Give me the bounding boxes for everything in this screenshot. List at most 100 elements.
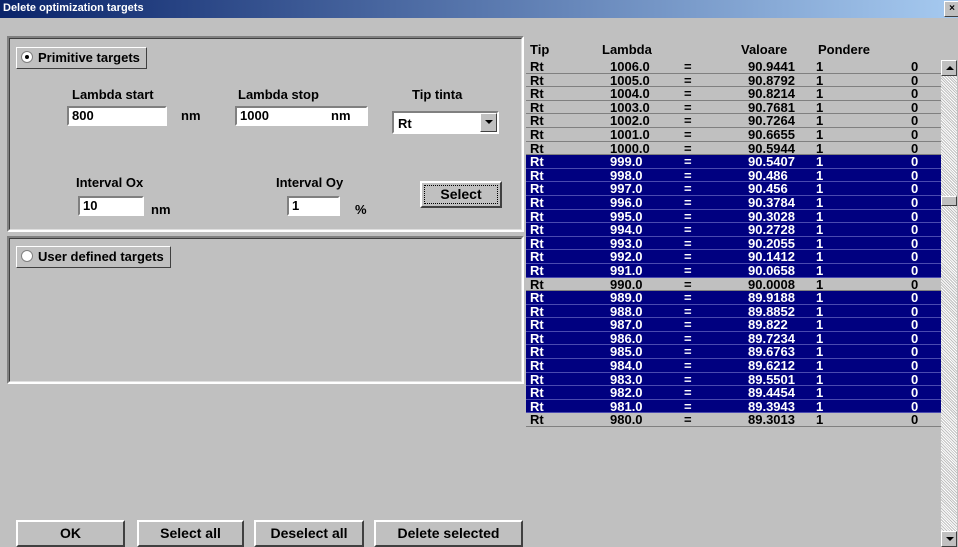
cell-valoare: 90.2728 [748, 222, 795, 238]
dropdown-button[interactable] [480, 113, 497, 132]
table-row[interactable]: Rt 986.0 = 89.7234 1 0 [526, 330, 941, 346]
cell-operator: = [684, 330, 692, 346]
table-row[interactable]: Rt 981.0 = 89.3943 1 0 [526, 398, 941, 414]
interval-oy-input[interactable]: 1 [287, 196, 340, 216]
table-row[interactable]: Rt 1005.0 = 90.8792 1 0 [526, 72, 941, 88]
lambda-start-input[interactable]: 800 [67, 106, 167, 126]
table-row[interactable]: Rt 998.0 = 90.486 1 0 [526, 168, 941, 183]
cell-operator: = [684, 86, 692, 102]
cell-valoare: 89.5501 [748, 371, 795, 387]
cell-operator: = [684, 181, 692, 197]
cell-flag: 0 [911, 290, 919, 306]
cell-pondere: 1 [816, 398, 824, 414]
table-row[interactable]: Rt 980.0 = 89.3013 1 0 [526, 412, 941, 428]
cell-tip: Rt [530, 344, 544, 360]
cell-lambda: 982.0 [610, 385, 643, 401]
ok-button[interactable]: OK [16, 520, 125, 547]
cell-valoare: 89.822 [748, 317, 788, 333]
close-button[interactable]: × [944, 1, 958, 17]
cell-pondere: 1 [816, 208, 824, 224]
cell-flag: 0 [911, 412, 919, 428]
cell-pondere: 1 [816, 412, 824, 428]
table-row[interactable]: Rt 994.0 = 90.2728 1 0 [526, 223, 941, 237]
cell-flag: 0 [911, 398, 919, 414]
cell-flag: 0 [911, 317, 919, 333]
cell-tip: Rt [530, 235, 544, 251]
scroll-up-button[interactable] [941, 60, 957, 76]
user-defined-targets-radio[interactable]: User defined targets [16, 246, 171, 268]
select-button[interactable]: Select [420, 181, 502, 208]
scroll-down-button[interactable] [941, 531, 957, 547]
table-row[interactable]: Rt 991.0 = 90.0658 1 0 [526, 262, 941, 278]
cell-operator: = [684, 412, 692, 428]
cell-pondere: 1 [816, 154, 824, 170]
table-row[interactable]: Rt 992.0 = 90.1412 1 0 [526, 250, 941, 264]
cell-valoare: 90.8792 [748, 72, 795, 88]
cell-pondere: 1 [816, 194, 824, 210]
table-row[interactable]: Rt 999.0 = 90.5407 1 0 [526, 155, 941, 169]
table-row[interactable]: Rt 1002.0 = 90.7264 1 0 [526, 114, 941, 128]
table-row[interactable]: Rt 1006.0 = 90.9441 1 0 [526, 60, 941, 74]
scroll-thumb[interactable] [941, 196, 957, 206]
cell-tip: Rt [530, 412, 544, 428]
table-row[interactable]: Rt 993.0 = 90.2055 1 0 [526, 235, 941, 251]
table-row[interactable]: Rt 1004.0 = 90.8214 1 0 [526, 87, 941, 101]
cell-flag: 0 [911, 154, 919, 170]
cell-tip: Rt [530, 330, 544, 346]
table-row[interactable]: Rt 996.0 = 90.3784 1 0 [526, 194, 941, 210]
cell-flag: 0 [911, 358, 919, 374]
cell-flag: 0 [911, 222, 919, 238]
select-all-button[interactable]: Select all [137, 520, 244, 547]
interval-ox-unit: nm [151, 202, 171, 217]
cell-tip: Rt [530, 126, 544, 142]
interval-ox-input[interactable]: 10 [78, 196, 144, 216]
arrow-down-icon [946, 537, 954, 541]
table-row[interactable]: Rt 995.0 = 90.3028 1 0 [526, 208, 941, 224]
header-tip: Tip [530, 42, 550, 57]
targets-grid[interactable]: Tip Lambda Valoare Pondere Rt 1006.0 = 90.9… [526, 36, 956, 547]
cell-lambda: 988.0 [610, 303, 643, 319]
interval-ox-label: Interval Ox [76, 175, 144, 190]
table-row[interactable]: Rt 997.0 = 90.456 1 0 [526, 182, 941, 196]
table-row[interactable]: Rt 1000.0 = 90.5944 1 0 [526, 141, 941, 156]
delete-selected-button[interactable]: Delete selected [374, 520, 523, 547]
cell-lambda: 996.0 [610, 194, 643, 210]
table-row[interactable]: Rt 985.0 = 89.6763 1 0 [526, 344, 941, 360]
cell-lambda: 980.0 [610, 412, 643, 428]
cell-pondere: 1 [816, 59, 824, 74]
deselect-all-button[interactable]: Deselect all [254, 520, 364, 547]
cell-pondere: 1 [816, 303, 824, 319]
cell-operator: = [684, 222, 692, 238]
cell-lambda: 981.0 [610, 398, 643, 414]
vertical-scrollbar[interactable] [941, 60, 957, 547]
table-row[interactable]: Rt 987.0 = 89.822 1 0 [526, 318, 941, 332]
lambda-start-value: 800 [72, 108, 94, 123]
table-row[interactable]: Rt 990.0 = 90.0008 1 0 [526, 276, 941, 292]
cell-tip: Rt [530, 249, 544, 265]
user-defined-targets-label: User defined targets [38, 249, 164, 264]
cell-flag: 0 [911, 385, 919, 401]
tip-tinta-dropdown[interactable]: Rt [392, 111, 499, 134]
cell-pondere: 1 [816, 235, 824, 251]
cell-valoare: 90.0658 [748, 262, 795, 278]
cell-flag: 0 [911, 276, 919, 292]
cell-flag: 0 [911, 344, 919, 360]
lambda-stop-unit: nm [331, 108, 351, 123]
cell-lambda: 993.0 [610, 235, 643, 251]
interval-oy-unit: % [355, 202, 367, 217]
primitive-targets-radio[interactable]: Primitive targets [16, 47, 147, 69]
cell-operator: = [684, 344, 692, 360]
cell-operator: = [684, 113, 692, 129]
cell-valoare: 90.7264 [748, 113, 795, 129]
cell-operator: = [684, 317, 692, 333]
table-row[interactable]: Rt 984.0 = 89.6212 1 0 [526, 359, 941, 373]
table-row[interactable]: Rt 1003.0 = 90.7681 1 0 [526, 100, 941, 115]
cell-pondere: 1 [816, 126, 824, 142]
table-row[interactable]: Rt 982.0 = 89.4454 1 0 [526, 386, 941, 400]
table-row[interactable]: Rt 989.0 = 89.9188 1 0 [526, 291, 941, 305]
cell-valoare: 89.7234 [748, 330, 795, 346]
table-row[interactable]: Rt 983.0 = 89.5501 1 0 [526, 371, 941, 387]
cell-operator: = [684, 194, 692, 210]
table-row[interactable]: Rt 988.0 = 89.8852 1 0 [526, 303, 941, 319]
table-row[interactable]: Rt 1001.0 = 90.6655 1 0 [526, 126, 941, 142]
